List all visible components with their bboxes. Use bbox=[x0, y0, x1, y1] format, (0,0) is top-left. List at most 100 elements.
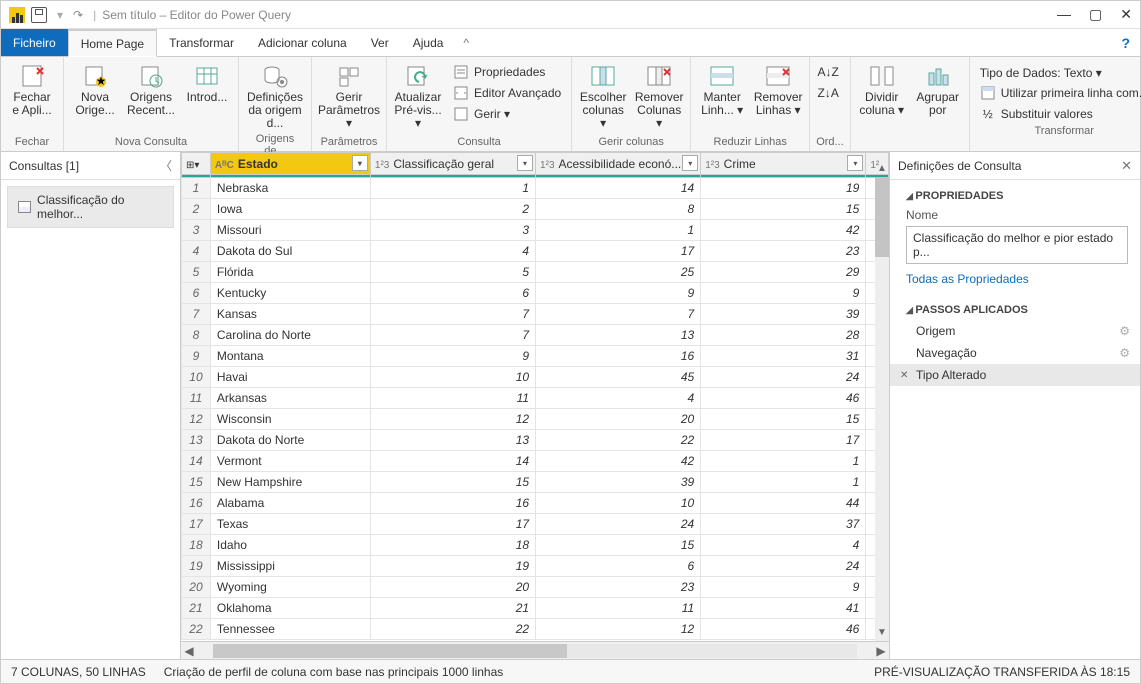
step-navigation[interactable]: Navegação⚙ bbox=[890, 342, 1140, 364]
tab-transform[interactable]: Transformar bbox=[157, 29, 246, 56]
cell-acessibilidade[interactable]: 10 bbox=[536, 493, 701, 514]
cell-acessibilidade[interactable]: 4 bbox=[536, 388, 701, 409]
first-row-headers-button[interactable]: Utilizar primeira linha com... bbox=[976, 84, 1141, 102]
cell-crime[interactable]: 29 bbox=[701, 262, 866, 283]
collapse-icon[interactable]: 〈 bbox=[160, 157, 172, 174]
cell-estado[interactable]: Missouri bbox=[210, 220, 370, 241]
cell-acessibilidade[interactable]: 15 bbox=[536, 535, 701, 556]
step-source[interactable]: Origem⚙ bbox=[890, 320, 1140, 342]
cell-classificacao[interactable]: 7 bbox=[370, 304, 535, 325]
scroll-thumb[interactable] bbox=[875, 177, 889, 257]
cell-estado[interactable]: Carolina do Norte bbox=[210, 325, 370, 346]
enter-data-button[interactable]: Introd... bbox=[182, 61, 232, 104]
cell-classificacao[interactable]: 19 bbox=[370, 556, 535, 577]
cell-crime[interactable]: 41 bbox=[701, 598, 866, 619]
cell-crime[interactable]: 31 bbox=[701, 346, 866, 367]
help-icon[interactable]: ? bbox=[1111, 29, 1140, 56]
table-row[interactable]: 5 Flórida 5 25 29 bbox=[182, 262, 889, 283]
cell-crime[interactable]: 15 bbox=[701, 199, 866, 220]
table-row[interactable]: 20 Wyoming 20 23 9 bbox=[182, 577, 889, 598]
replace-values-button[interactable]: ½Substituir valores bbox=[976, 105, 1141, 123]
tab-file[interactable]: Ficheiro bbox=[1, 29, 68, 56]
cell-estado[interactable]: Arkansas bbox=[210, 388, 370, 409]
cell-acessibilidade[interactable]: 6 bbox=[536, 556, 701, 577]
cell-acessibilidade[interactable]: 12 bbox=[536, 619, 701, 640]
table-row[interactable]: 19 Mississippi 19 6 24 bbox=[182, 556, 889, 577]
cell-estado[interactable]: Iowa bbox=[210, 199, 370, 220]
cell-estado[interactable]: Texas bbox=[210, 514, 370, 535]
cell-classificacao[interactable]: 12 bbox=[370, 409, 535, 430]
vertical-scrollbar[interactable]: ▲ ▼ bbox=[875, 177, 889, 641]
col-acessibilidade[interactable]: 1²3Acessibilidade econó...▾ bbox=[536, 153, 701, 175]
cell-estado[interactable]: Wyoming bbox=[210, 577, 370, 598]
cell-estado[interactable]: Kansas bbox=[210, 304, 370, 325]
table-row[interactable]: 10 Havai 10 45 24 bbox=[182, 367, 889, 388]
scroll-down-icon[interactable]: ▼ bbox=[875, 627, 889, 641]
cell-classificacao[interactable]: 20 bbox=[370, 577, 535, 598]
close-panel-icon[interactable]: ✕ bbox=[1121, 158, 1132, 174]
table-row[interactable]: 16 Alabama 16 10 44 bbox=[182, 493, 889, 514]
table-row[interactable]: 3 Missouri 3 1 42 bbox=[182, 220, 889, 241]
cell-classificacao[interactable]: 4 bbox=[370, 241, 535, 262]
cell-crime[interactable]: 24 bbox=[701, 556, 866, 577]
cell-crime[interactable]: 37 bbox=[701, 514, 866, 535]
cell-acessibilidade[interactable]: 25 bbox=[536, 262, 701, 283]
cell-acessibilidade[interactable]: 14 bbox=[536, 178, 701, 199]
gear-icon[interactable]: ⚙ bbox=[1119, 324, 1130, 338]
tab-home[interactable]: Home Page bbox=[68, 29, 157, 57]
tab-view[interactable]: Ver bbox=[359, 29, 401, 56]
manage-params-button[interactable]: GerirParâmetros ▾ bbox=[318, 61, 380, 131]
cell-crime[interactable]: 15 bbox=[701, 409, 866, 430]
cell-estado[interactable]: Havai bbox=[210, 367, 370, 388]
close-button[interactable]: ✕ bbox=[1120, 6, 1132, 23]
cell-estado[interactable]: Kentucky bbox=[210, 283, 370, 304]
cell-crime[interactable]: 23 bbox=[701, 241, 866, 262]
table-row[interactable]: 12 Wisconsin 12 20 15 bbox=[182, 409, 889, 430]
scroll-thumb[interactable] bbox=[213, 644, 567, 658]
group-by-button[interactable]: Agrupar por bbox=[913, 61, 963, 117]
tab-addcolumn[interactable]: Adicionar coluna bbox=[246, 29, 359, 56]
cell-classificacao[interactable]: 1 bbox=[370, 178, 535, 199]
cell-crime[interactable]: 28 bbox=[701, 325, 866, 346]
keep-rows-button[interactable]: Manter Linh... ▾ bbox=[697, 61, 747, 117]
table-row[interactable]: 14 Vermont 14 42 1 bbox=[182, 451, 889, 472]
cell-classificacao[interactable]: 13 bbox=[370, 430, 535, 451]
cell-acessibilidade[interactable]: 9 bbox=[536, 283, 701, 304]
ribbon-collapse-icon[interactable]: ^ bbox=[455, 29, 477, 56]
cell-crime[interactable]: 1 bbox=[701, 472, 866, 493]
split-column-button[interactable]: Dividir coluna ▾ bbox=[857, 61, 907, 117]
cell-estado[interactable]: Oklahoma bbox=[210, 598, 370, 619]
cell-classificacao[interactable]: 3 bbox=[370, 220, 535, 241]
table-row[interactable]: 15 New Hampshire 15 39 1 bbox=[182, 472, 889, 493]
cell-classificacao[interactable]: 6 bbox=[370, 283, 535, 304]
table-row[interactable]: 6 Kentucky 6 9 9 bbox=[182, 283, 889, 304]
cell-crime[interactable]: 39 bbox=[701, 304, 866, 325]
cell-estado[interactable]: Alabama bbox=[210, 493, 370, 514]
table-row[interactable]: 21 Oklahoma 21 11 41 bbox=[182, 598, 889, 619]
cell-estado[interactable]: Flórida bbox=[210, 262, 370, 283]
advanced-editor-button[interactable]: Editor Avançado bbox=[449, 84, 565, 102]
cell-crime[interactable]: 42 bbox=[701, 220, 866, 241]
table-row[interactable]: 22 Tennessee 22 12 46 bbox=[182, 619, 889, 640]
cell-acessibilidade[interactable]: 17 bbox=[536, 241, 701, 262]
table-row[interactable]: 1 Nebraska 1 14 19 bbox=[182, 178, 889, 199]
cell-crime[interactable]: 17 bbox=[701, 430, 866, 451]
close-apply-button[interactable]: Fechare Apli... bbox=[7, 61, 57, 117]
table-row[interactable]: 9 Montana 9 16 31 bbox=[182, 346, 889, 367]
cell-classificacao[interactable]: 11 bbox=[370, 388, 535, 409]
cell-estado[interactable]: Mississippi bbox=[210, 556, 370, 577]
cell-crime[interactable]: 24 bbox=[701, 367, 866, 388]
table-row[interactable]: 11 Arkansas 11 4 46 bbox=[182, 388, 889, 409]
remove-columns-button[interactable]: Remover Colunas ▾ bbox=[634, 61, 684, 131]
cell-classificacao[interactable]: 22 bbox=[370, 619, 535, 640]
cell-classificacao[interactable]: 10 bbox=[370, 367, 535, 388]
redo-icon[interactable]: ↷ bbox=[73, 8, 83, 22]
cell-crime[interactable]: 19 bbox=[701, 178, 866, 199]
remove-rows-button[interactable]: Remover Linhas ▾ bbox=[753, 61, 803, 117]
cell-estado[interactable]: Dakota do Sul bbox=[210, 241, 370, 262]
cell-crime[interactable]: 4 bbox=[701, 535, 866, 556]
cell-classificacao[interactable]: 7 bbox=[370, 325, 535, 346]
cell-crime[interactable]: 44 bbox=[701, 493, 866, 514]
col-estado[interactable]: AᴮCEstado▾ bbox=[210, 153, 370, 175]
save-icon[interactable] bbox=[31, 7, 47, 23]
